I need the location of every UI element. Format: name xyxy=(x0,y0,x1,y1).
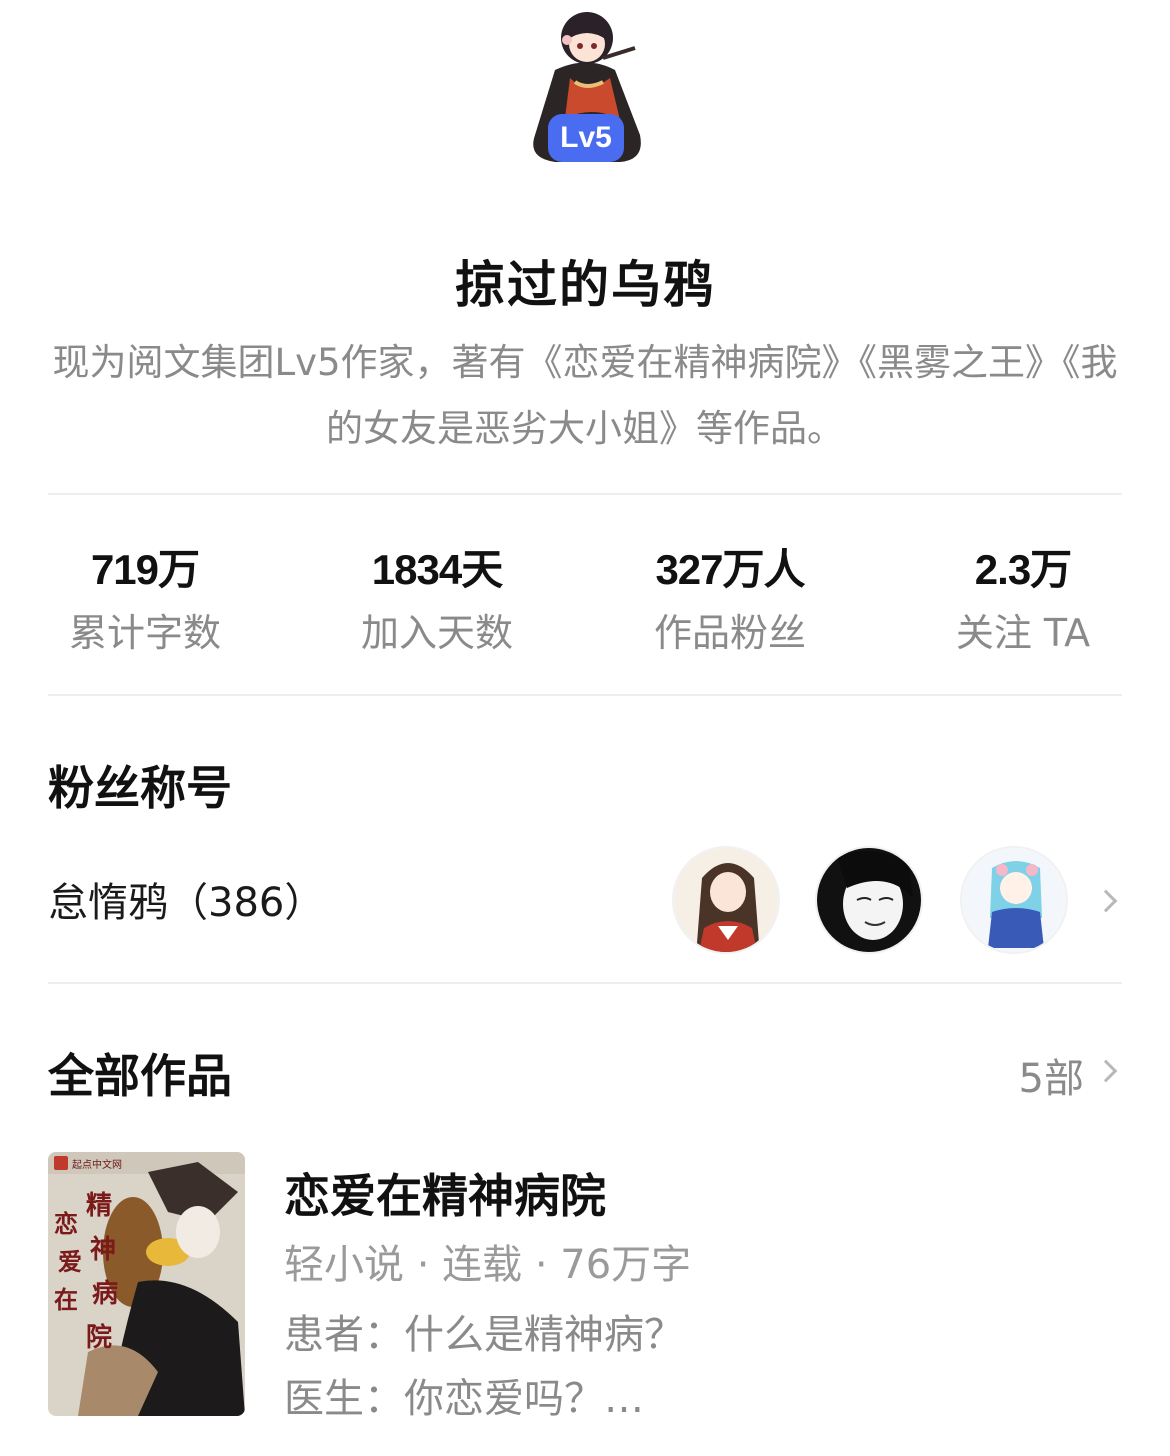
level-badge: Lv5 xyxy=(548,114,624,162)
book-cover-image: 起点中文网 恋 爱 在 精 神 病 院 xyxy=(48,1152,245,1416)
cover-title-char: 神 xyxy=(90,1235,116,1265)
divider xyxy=(48,694,1122,696)
cover-title-char: 爱 xyxy=(58,1247,82,1276)
fan-avatar-image xyxy=(817,848,921,952)
fan-title-heading: 粉丝称号 xyxy=(48,761,232,815)
divider xyxy=(48,493,1122,495)
cover-title-char: 精 xyxy=(86,1191,112,1221)
book-desc-line: 医生：你恋爱吗？… xyxy=(284,1376,644,1422)
divider xyxy=(48,982,1122,984)
fan-avatar-image xyxy=(674,848,778,952)
all-works-heading: 全部作品 xyxy=(48,1049,232,1103)
stat-label: 关注 TA xyxy=(955,611,1091,655)
stat-label: 作品粉丝 xyxy=(653,611,806,655)
fan-title-name[interactable]: 怠惰鸦（386） xyxy=(48,870,324,928)
stat-total-words[interactable]: 719万 累计字数 xyxy=(15,540,275,660)
cover-title-char: 在 xyxy=(54,1285,78,1314)
book-cover[interactable]: 起点中文网 恋 爱 在 精 神 病 院 xyxy=(48,1152,245,1416)
stat-label: 加入天数 xyxy=(360,611,513,655)
book-meta: 轻小说 · 连载 · 76万字 xyxy=(284,1242,692,1288)
stat-join-days[interactable]: 1834天 加入天数 xyxy=(307,540,567,660)
stat-value: 719万 xyxy=(90,546,200,593)
chevron-right-icon[interactable] xyxy=(1094,1059,1118,1083)
stat-following[interactable]: 2.3万 关注 TA xyxy=(893,540,1153,660)
stats-row: 719万 累计字数 1834天 加入天数 327万人 作品粉丝 2.3万 关注 … xyxy=(0,540,1170,670)
fan-avatar-image xyxy=(962,848,1066,952)
stat-value: 2.3万 xyxy=(974,546,1072,593)
stat-work-fans[interactable]: 327万人 作品粉丝 xyxy=(600,540,860,660)
book-desc-line: 患者：什么是精神病？ xyxy=(284,1312,684,1358)
cover-title-char: 院 xyxy=(86,1322,112,1353)
works-count[interactable]: 5部 xyxy=(1000,1046,1084,1104)
fan-avatar[interactable] xyxy=(672,846,780,954)
chevron-right-icon[interactable] xyxy=(1094,889,1118,913)
stat-value: 1834天 xyxy=(371,546,503,593)
author-name: 掠过的乌鸦 xyxy=(455,256,715,314)
fan-avatar[interactable] xyxy=(815,846,923,954)
book-title[interactable]: 恋爱在精神病院 xyxy=(284,1160,606,1226)
author-bio: 现为阅文集团Lv5作家，著有《恋爱在精神病院》《黑雾之王》《我的女友是恶劣大小姐… xyxy=(52,341,1118,450)
cover-title-char: 病 xyxy=(92,1279,118,1309)
cover-title-char: 恋 xyxy=(54,1209,78,1238)
stat-label: 累计字数 xyxy=(68,611,221,655)
stat-value: 327万人 xyxy=(655,546,805,593)
fan-avatar[interactable] xyxy=(960,846,1068,954)
cover-site: 起点中文网 xyxy=(72,1158,122,1171)
